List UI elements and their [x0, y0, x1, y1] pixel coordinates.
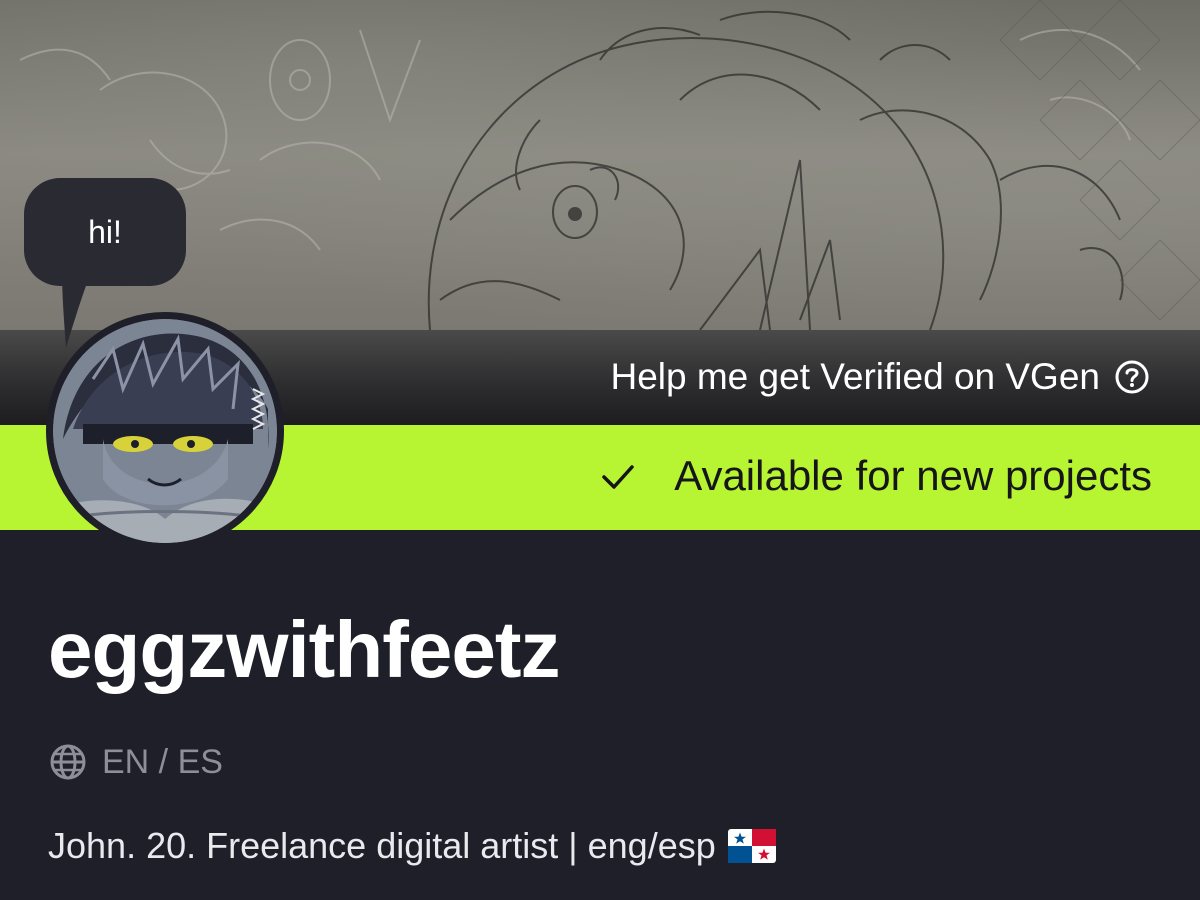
languages: EN / ES: [48, 742, 223, 782]
verify-label: Help me get Verified on VGen: [610, 356, 1100, 397]
speech-bubble: hi!: [24, 178, 186, 286]
languages-label: EN / ES: [102, 742, 223, 781]
banner-image: [0, 0, 1200, 340]
panama-flag-icon: [727, 829, 776, 863]
avatar[interactable]: [46, 312, 284, 550]
profile-page: Help me get Verified on VGen Available f…: [0, 0, 1200, 900]
globe-icon: [48, 742, 88, 782]
bio-text: John. 20. Freelance digital artist | eng…: [48, 825, 716, 866]
availability-label: Available for new projects: [674, 452, 1152, 499]
availability-status: Available for new projects: [598, 452, 1152, 500]
bio: John. 20. Freelance digital artist | eng…: [48, 825, 776, 867]
banner-sketch: [19, 0, 1200, 331]
question-circle-icon[interactable]: [1114, 359, 1150, 395]
bubble-text: hi!: [88, 213, 122, 250]
speech-bubble-tail: [62, 270, 92, 348]
username: eggzwithfeetz: [48, 605, 560, 694]
check-icon: [598, 456, 638, 496]
avatar-image: [53, 319, 277, 543]
verify-link[interactable]: Help me get Verified on VGen: [610, 356, 1150, 398]
